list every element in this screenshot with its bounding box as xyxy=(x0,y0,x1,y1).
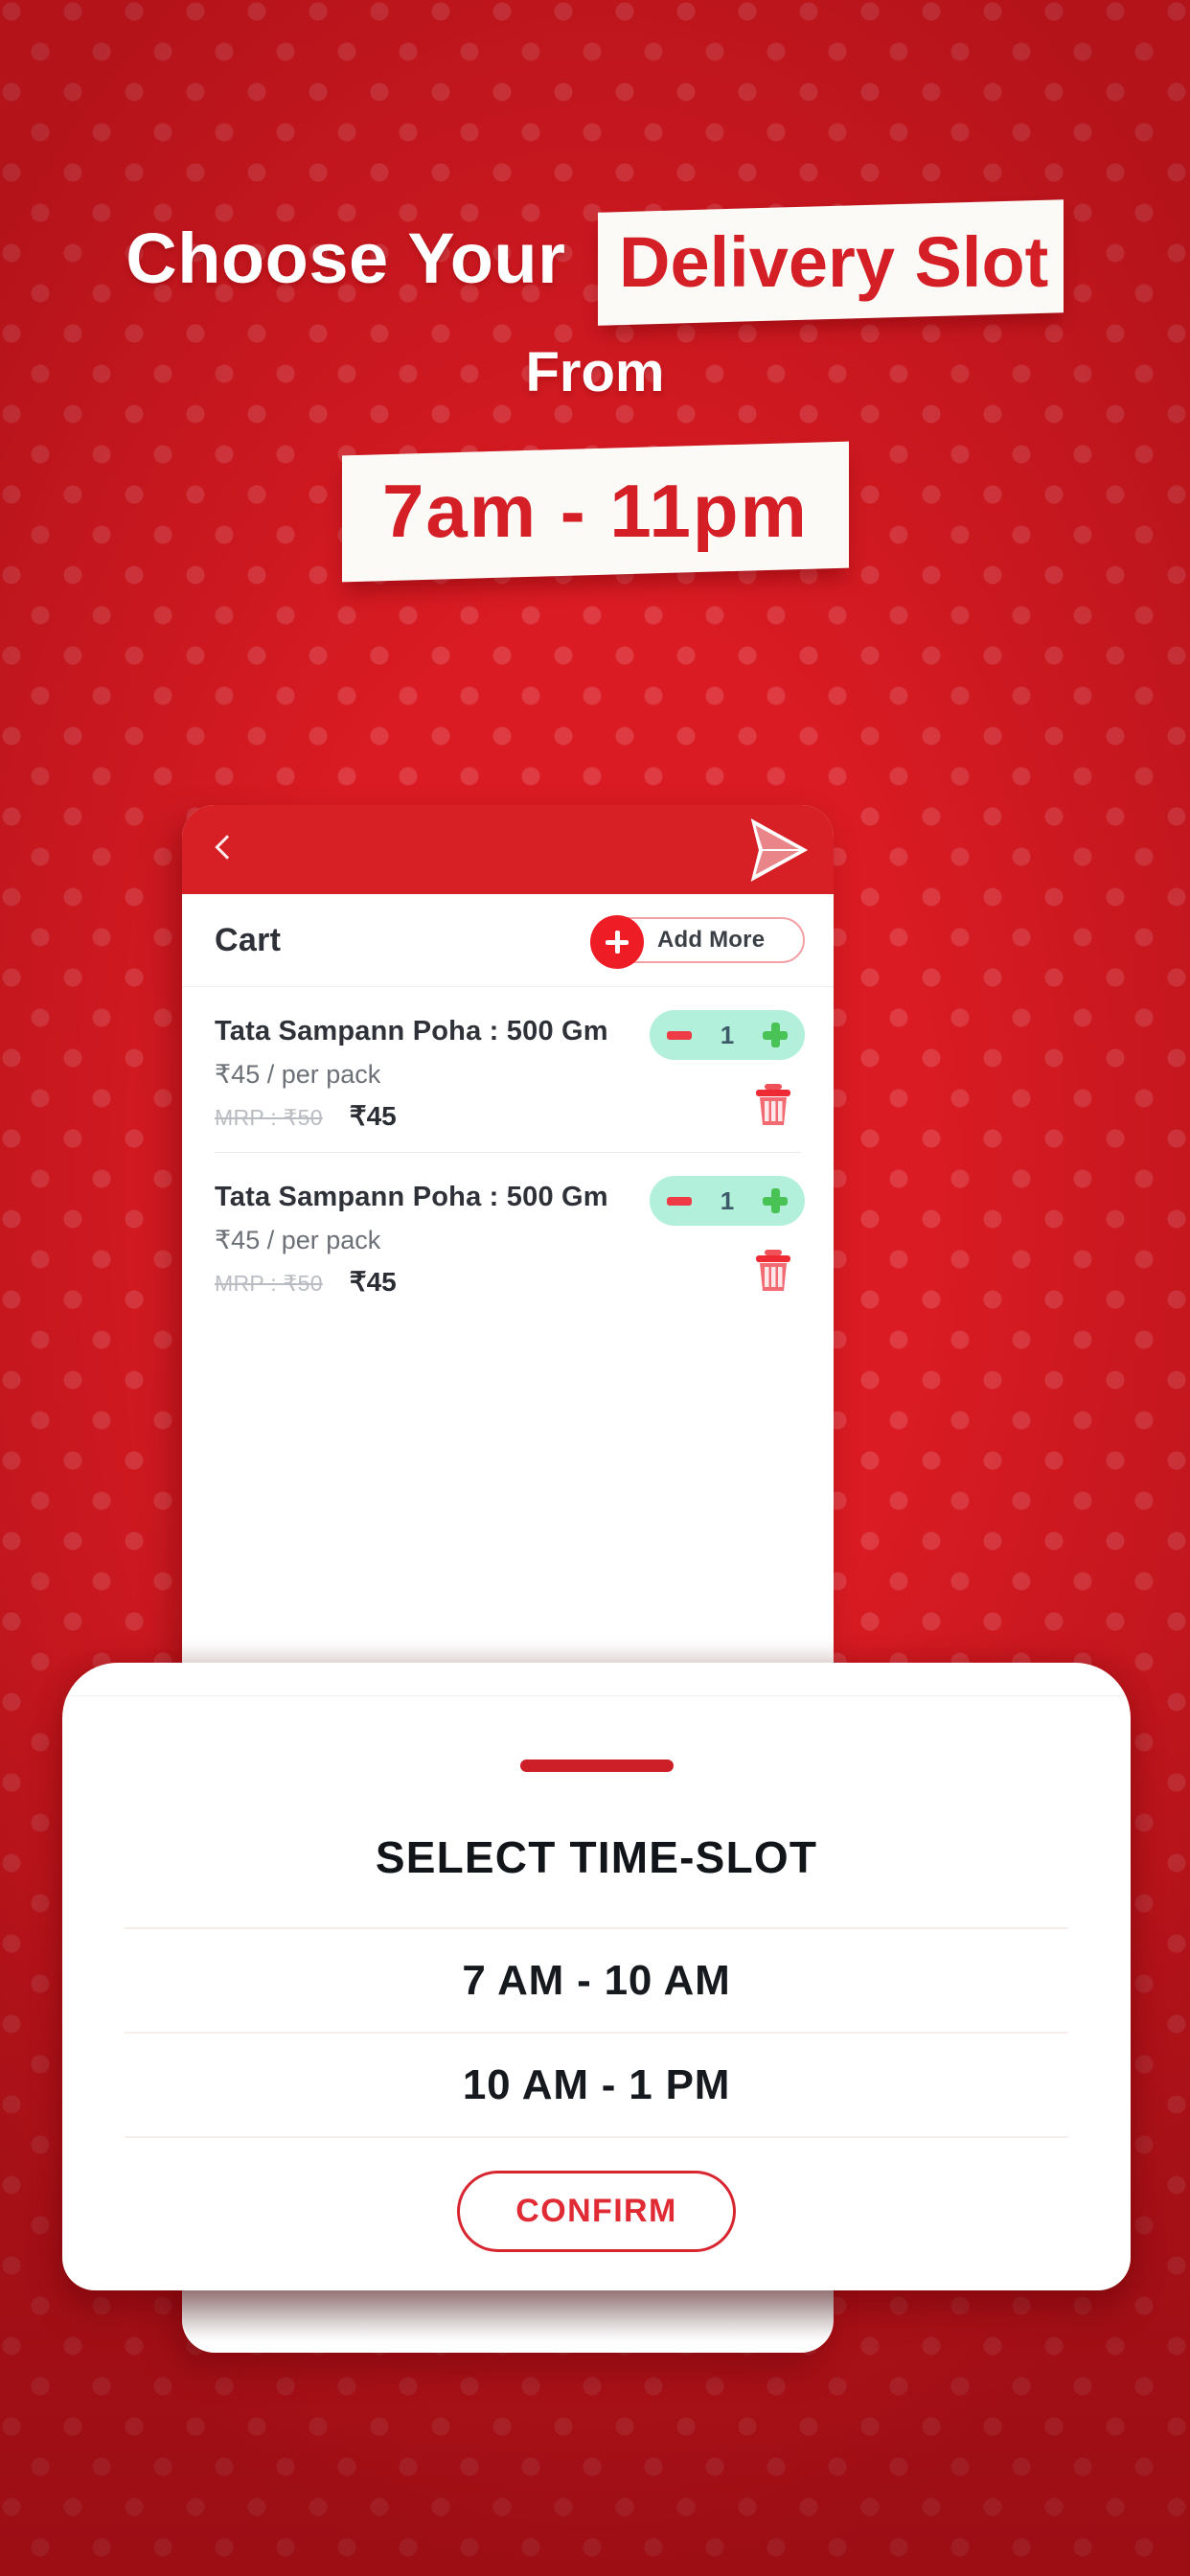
divider xyxy=(125,2136,1068,2138)
chevron-left-icon[interactable] xyxy=(207,834,240,866)
add-more-button[interactable]: Add More xyxy=(590,915,805,969)
add-more-label: Add More xyxy=(657,927,766,953)
time-slot-list: 7 AM - 10 AM 10 AM - 1 PM xyxy=(62,1927,1131,2138)
page-title: Cart xyxy=(215,921,282,958)
promo-timerange-row: 7am - 11pm xyxy=(0,441,1190,583)
item-final-price: ₹45 xyxy=(349,1267,397,1297)
quantity-stepper[interactable]: 1 xyxy=(650,1010,805,1060)
promo-headline-plain: Choose Your xyxy=(126,218,566,298)
cart-item-row: Tata Sampann Poha : 500 Gm ₹45 / per pac… xyxy=(182,1153,834,1318)
cart-item-row: Tata Sampann Poha : 500 Gm ₹45 / per pac… xyxy=(182,987,834,1152)
plus-icon[interactable] xyxy=(763,1023,788,1047)
cart-toolbar: Cart Add More xyxy=(182,894,834,987)
item-price-group: MRP : ₹50 ₹45 xyxy=(215,1100,805,1132)
quantity-stepper[interactable]: 1 xyxy=(650,1176,805,1226)
minus-icon[interactable] xyxy=(667,1030,692,1040)
time-slot-option[interactable]: 7 AM - 10 AM xyxy=(62,1929,1131,2032)
item-price-group: MRP : ₹50 ₹45 xyxy=(215,1266,805,1298)
item-unit-price: ₹45 / per pack xyxy=(215,1226,381,1254)
quantity-value: 1 xyxy=(720,1020,735,1049)
promo-headline-row: Choose Your Delivery Slot xyxy=(0,199,1190,326)
promo-headline-highlight: Delivery Slot xyxy=(619,221,1049,302)
item-unit-price: ₹45 / per pack xyxy=(215,1060,381,1089)
item-final-price: ₹45 xyxy=(349,1101,397,1131)
trash-icon[interactable] xyxy=(753,1083,793,1127)
promo-timerange-box: 7am - 11pm xyxy=(341,441,849,583)
minus-icon[interactable] xyxy=(667,1196,692,1206)
time-slot-bottom-sheet: SELECT TIME-SLOT 7 AM - 10 AM 10 AM - 1 … xyxy=(62,1663,1131,2290)
app-header xyxy=(182,805,834,894)
promo-subline: From xyxy=(525,341,665,403)
confirm-row: CONFIRM xyxy=(62,2171,1131,2252)
trash-icon[interactable] xyxy=(753,1249,793,1293)
phone-bottom-shadow-band xyxy=(182,2290,834,2350)
sheet-title: SELECT TIME-SLOT xyxy=(375,1832,818,1882)
drag-handle-icon[interactable] xyxy=(519,1760,674,1772)
sheet-top-divider xyxy=(62,1695,1131,1696)
confirm-button[interactable]: CONFIRM xyxy=(457,2171,736,2252)
quantity-value: 1 xyxy=(720,1185,735,1215)
plus-icon[interactable] xyxy=(763,1188,788,1213)
item-mrp: MRP : ₹50 xyxy=(215,1105,323,1130)
time-slot-option[interactable]: 10 AM - 1 PM xyxy=(62,2034,1131,2136)
promo-headline-highlight-box: Delivery Slot xyxy=(598,199,1064,326)
plus-circle-icon xyxy=(590,915,644,969)
paper-plane-logo-icon xyxy=(744,816,811,885)
promo-timerange: 7am - 11pm xyxy=(381,469,809,553)
item-mrp: MRP : ₹50 xyxy=(215,1271,323,1296)
